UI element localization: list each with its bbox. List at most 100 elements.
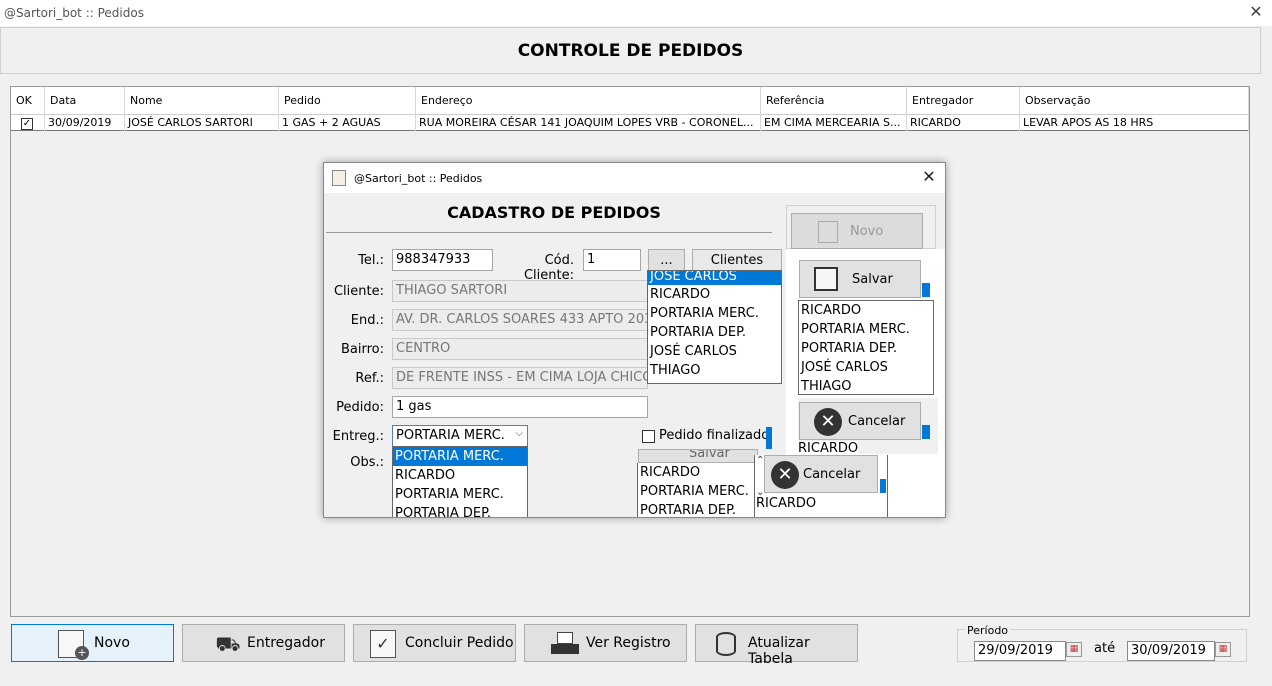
row-data-cell: 30/09/2019 bbox=[45, 115, 125, 131]
row-nome-cell: JOSÉ CARLOS SARTORI bbox=[125, 115, 279, 131]
cod-cliente-label: Cód. Cliente: bbox=[523, 253, 574, 283]
list-item-partial: RICARDO bbox=[756, 496, 817, 511]
right-dropdown-list[interactable]: RICARDO PORTARIA MERC. PORTARIA DEP. JOS… bbox=[798, 300, 934, 395]
atualizar-label: Atualizar Tabela bbox=[748, 635, 810, 667]
cancelar-label: Cancelar bbox=[848, 414, 906, 429]
list-item-partial: RICARDO bbox=[798, 441, 858, 455]
clientes-dropdown-list[interactable]: JOSÉ CARLOS RICARDO PORTARIA MERC. PORTA… bbox=[647, 270, 782, 384]
pedido-label: Pedido: bbox=[336, 400, 384, 415]
cancelar-button[interactable]: ✕ Cancelar bbox=[799, 402, 921, 440]
salvar-button[interactable]: Salvar bbox=[799, 260, 921, 298]
concluir-label: Concluir Pedido bbox=[405, 635, 514, 651]
col-header-referencia[interactable]: Referência bbox=[761, 87, 907, 115]
table-row[interactable]: ✓ 30/09/2019 JOSÉ CARLOS SARTORI 1 GAS +… bbox=[11, 115, 1249, 131]
clientes-combo[interactable]: Clientes bbox=[692, 249, 782, 272]
list-item[interactable]: RICARDO bbox=[393, 466, 527, 485]
cliente-field[interactable]: THIAGO SARTORI bbox=[392, 280, 648, 302]
salvar-ghost-label: Salvar bbox=[689, 449, 730, 461]
list-item[interactable]: PORTARIA DEP. bbox=[648, 323, 781, 342]
list-item[interactable]: PORTARIA MERC. bbox=[393, 447, 527, 466]
list-item[interactable]: PORTARIA MERC. bbox=[393, 485, 527, 504]
list-item[interactable]: RICARDO bbox=[799, 301, 933, 320]
cancelar-button-2[interactable]: ✕ Cancelar bbox=[764, 455, 878, 493]
end-field[interactable]: AV. DR. CARLOS SOARES 433 APTO 203 bbox=[392, 309, 648, 331]
entreg-label: Entreg.: bbox=[332, 429, 384, 444]
chevron-down-icon: ⌵ bbox=[515, 428, 523, 439]
row-ok-cell[interactable]: ✓ bbox=[11, 115, 45, 131]
table-header: OK Data Nome Pedido Endereço Referência … bbox=[11, 87, 1249, 115]
novo-button[interactable]: + Novo bbox=[11, 624, 174, 662]
entregador-dropdown-list[interactable]: PORTARIA MERC. RICARDO PORTARIA MERC. PO… bbox=[392, 446, 528, 517]
salvar-label: Salvar bbox=[852, 272, 893, 287]
ate-label: até bbox=[1094, 641, 1116, 656]
list-item[interactable]: JOSÉ CARLOS bbox=[799, 358, 933, 377]
dialog-heading: CADASTRO DE PEDIDOS bbox=[447, 203, 661, 222]
col-header-data[interactable]: Data bbox=[45, 87, 125, 115]
row-observacao-cell: LEVAR APOS AS 18 HRS bbox=[1020, 115, 1249, 131]
cod-cliente-input[interactable]: 1 bbox=[583, 249, 641, 271]
cancel-x-icon: ✕ bbox=[814, 408, 842, 436]
novo-label: Novo bbox=[94, 635, 130, 651]
pedido-finalizado-group[interactable]: Pedido finalizado bbox=[636, 425, 770, 447]
concluir-pedido-button[interactable]: ✓ Concluir Pedido bbox=[353, 624, 516, 662]
periodo-group: Período 29/09/2019 ▦ até 30/09/2019 ▦ bbox=[957, 624, 1247, 662]
pedido-finalizado-label: Pedido finalizado bbox=[659, 428, 770, 443]
row-entregador-cell: RICARDO bbox=[907, 115, 1020, 131]
list-item[interactable]: JOSÉ CARLOS bbox=[648, 342, 781, 361]
row-endereco-cell: RUA MOREIRA CÉSAR 141 JOAQUIM LOPES VRB … bbox=[416, 115, 761, 131]
middle-dropdown-list[interactable]: RICARDO PORTARIA MERC. PORTARIA DEP. bbox=[637, 463, 755, 517]
list-item[interactable]: THIAGO bbox=[799, 377, 933, 394]
page-title: CONTROLE DE PEDIDOS bbox=[517, 41, 744, 61]
col-header-observacao[interactable]: Observação bbox=[1020, 87, 1249, 115]
col-header-endereco[interactable]: Endereço bbox=[416, 87, 761, 115]
list-item[interactable]: RICARDO bbox=[638, 463, 754, 482]
java-icon bbox=[332, 170, 346, 186]
checkbox-checked[interactable]: ✓ bbox=[21, 118, 33, 130]
obs-label: Obs.: bbox=[350, 455, 384, 470]
ver-registro-button[interactable]: Ver Registro bbox=[524, 624, 687, 662]
atualizar-tabela-button[interactable]: Atualizar Tabela bbox=[695, 624, 858, 667]
date-to-input[interactable]: 30/09/2019 bbox=[1127, 641, 1215, 661]
checkbox-unchecked[interactable] bbox=[642, 430, 655, 443]
list-item[interactable]: PORTARIA MERC. bbox=[799, 320, 933, 339]
cliente-label: Cliente: bbox=[333, 284, 384, 299]
cadastro-dialog: @Sartori_bot :: Pedidos ✕ CADASTRO DE PE… bbox=[323, 162, 946, 518]
end-label: End.: bbox=[350, 313, 384, 328]
list-item[interactable]: PORTARIA MERC. bbox=[638, 482, 754, 501]
entregador-button[interactable]: ⛟ Entregador bbox=[182, 624, 345, 662]
calendar-icon[interactable]: ▦ bbox=[1066, 642, 1082, 657]
delivery-scooter-icon: ⛟ bbox=[215, 632, 241, 656]
entregador-combo[interactable]: PORTARIA MERC. ⌵ bbox=[392, 425, 528, 447]
list-item[interactable]: PORTARIA DEP. bbox=[638, 501, 754, 517]
calendar-icon[interactable]: ▦ bbox=[1215, 642, 1231, 657]
cancelar-label: Cancelar bbox=[803, 467, 861, 482]
list-item[interactable]: THIAGO bbox=[648, 361, 781, 380]
list-item[interactable]: PORTARIA DEP. bbox=[393, 504, 527, 517]
cancel-x-icon: ✕ bbox=[771, 461, 799, 489]
col-header-nome[interactable]: Nome bbox=[125, 87, 279, 115]
scroll-thumb bbox=[766, 427, 772, 449]
dialog-close-icon[interactable]: ✕ bbox=[920, 167, 938, 186]
col-header-pedido[interactable]: Pedido bbox=[279, 87, 416, 115]
bairro-label: Bairro: bbox=[340, 342, 384, 357]
printer-icon bbox=[551, 630, 579, 658]
date-from-input[interactable]: 29/09/2019 bbox=[974, 641, 1066, 661]
search-client-button[interactable]: ... bbox=[648, 249, 685, 272]
novo-label: Novo bbox=[850, 224, 884, 239]
scroll-thumb bbox=[922, 283, 930, 297]
ref-label: Ref.: bbox=[355, 371, 384, 386]
close-icon[interactable]: ✕ bbox=[1247, 3, 1265, 21]
dialog-titlebar: @Sartori_bot :: Pedidos ✕ bbox=[324, 163, 945, 193]
list-item[interactable]: PORTARIA DEP. bbox=[799, 339, 933, 358]
row-pedido-cell: 1 GAS + 2 AGUAS bbox=[279, 115, 416, 131]
col-header-ok[interactable]: OK bbox=[11, 87, 45, 115]
list-item[interactable]: JOSÉ CARLOS bbox=[648, 271, 781, 285]
pedido-input[interactable]: 1 gas bbox=[392, 396, 648, 418]
list-item[interactable]: RICARDO bbox=[648, 285, 781, 304]
bairro-field[interactable]: CENTRO bbox=[392, 338, 648, 360]
tel-input[interactable]: 988347933 bbox=[392, 249, 493, 271]
ref-field[interactable]: DE FRENTE INSS - EM CIMA LOJA CHICO bbox=[392, 367, 648, 389]
new-document-icon: + bbox=[58, 630, 89, 660]
col-header-entregador[interactable]: Entregador bbox=[907, 87, 1020, 115]
list-item[interactable]: PORTARIA MERC. bbox=[648, 304, 781, 323]
